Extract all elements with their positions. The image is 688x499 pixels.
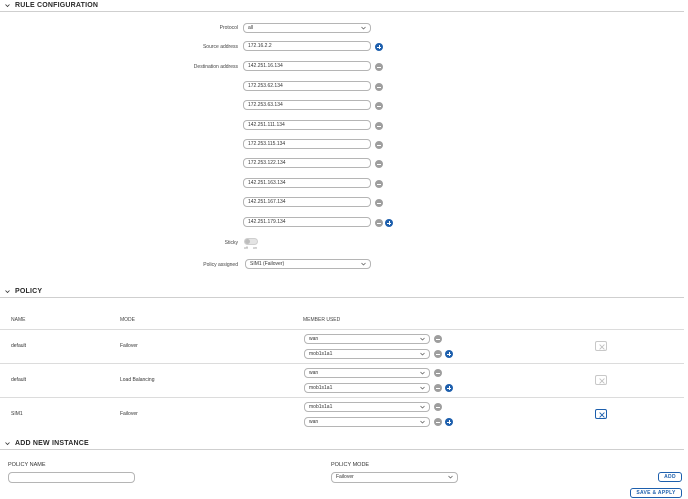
policy-mode: Load Balancing — [120, 377, 155, 383]
policy-assigned-select[interactable]: SIM1 (Failover) — [245, 259, 371, 269]
policy-assigned-label: Policy assigned — [203, 262, 238, 268]
add-member-icon[interactable] — [445, 418, 453, 426]
add-source-icon[interactable] — [375, 43, 383, 51]
remove-icon[interactable] — [375, 180, 383, 188]
delete-button[interactable] — [595, 375, 607, 385]
remove-icon[interactable] — [375, 141, 383, 149]
policy-mode-select[interactable]: Failover — [331, 472, 458, 483]
delete-button[interactable] — [595, 409, 607, 419]
destination-address-input[interactable] — [243, 100, 371, 110]
destination-address-input[interactable] — [243, 61, 371, 71]
destination-address-input[interactable] — [243, 139, 371, 149]
add-new-instance-header[interactable]: ADD NEW INSTANCE — [0, 439, 684, 450]
policy-name-label: POLICY NAME — [8, 462, 46, 468]
column-header-member-used: MEMBER USED — [303, 317, 341, 323]
member-value: wan — [309, 336, 319, 342]
policy-header[interactable]: POLICY — [0, 287, 684, 298]
policy-name: default — [11, 377, 27, 383]
protocol-select[interactable]: all — [243, 23, 371, 33]
policy-mode-label: POLICY MODE — [331, 462, 370, 468]
sticky-toggle[interactable] — [244, 238, 258, 245]
chevron-down-icon — [420, 371, 425, 375]
destination-address-input[interactable] — [243, 217, 371, 227]
add-member-icon[interactable] — [445, 384, 453, 392]
member-select[interactable]: mob1s1a1 — [304, 349, 430, 359]
remove-icon[interactable] — [375, 199, 383, 207]
chevron-down-icon — [361, 26, 366, 30]
remove-icon[interactable] — [375, 102, 383, 110]
policy-mode-value: Failover — [336, 474, 354, 480]
remove-icon[interactable] — [434, 350, 442, 358]
policy-mode: Failover — [120, 343, 138, 349]
source-address-input[interactable] — [243, 41, 371, 51]
toggle-on-label: on — [253, 246, 257, 250]
sticky-label: Sticky — [224, 240, 238, 246]
remove-icon[interactable] — [375, 122, 383, 130]
chevron-down-icon — [5, 4, 10, 8]
member-select[interactable]: wan — [304, 334, 430, 344]
destination-address-input[interactable] — [243, 158, 371, 168]
remove-icon[interactable] — [434, 369, 442, 377]
delete-button[interactable] — [595, 341, 607, 351]
chevron-down-icon — [420, 352, 425, 356]
add-button[interactable]: ADD — [658, 472, 682, 482]
remove-icon[interactable] — [375, 160, 383, 168]
member-select[interactable]: mob1s1a1 — [304, 383, 430, 393]
column-header-name: NAME — [11, 317, 26, 323]
chevron-down-icon — [448, 475, 453, 479]
member-select[interactable]: wan — [304, 417, 430, 427]
policy-name: SIM1 — [11, 411, 23, 417]
section-title: ADD NEW INSTANCE — [15, 440, 89, 447]
protocol-value: all — [248, 25, 254, 31]
add-destination-icon[interactable] — [385, 219, 393, 227]
close-icon — [599, 412, 605, 418]
toggle-knob — [245, 239, 250, 244]
column-header-mode: MODE — [120, 317, 135, 323]
close-icon — [599, 344, 605, 350]
section-title: POLICY — [15, 288, 43, 295]
add-member-icon[interactable] — [445, 350, 453, 358]
member-select[interactable]: mob1s1a1 — [304, 402, 430, 412]
policy-name-input[interactable] — [8, 472, 135, 483]
chevron-down-icon — [5, 290, 10, 294]
remove-icon[interactable] — [434, 418, 442, 426]
destination-address-input[interactable] — [243, 178, 371, 188]
remove-icon[interactable] — [375, 63, 383, 71]
save-apply-button[interactable]: SAVE & APPLY — [630, 488, 682, 498]
remove-icon[interactable] — [434, 335, 442, 343]
remove-icon[interactable] — [434, 384, 442, 392]
section-title: RULE CONFIGURATION — [15, 2, 99, 9]
remove-icon[interactable] — [434, 403, 442, 411]
remove-icon[interactable] — [375, 219, 383, 227]
member-value: mob1s1a1 — [309, 351, 333, 357]
rule-configuration-header[interactable]: RULE CONFIGURATION — [0, 1, 684, 12]
chevron-down-icon — [420, 386, 425, 390]
divider — [0, 397, 684, 398]
member-select[interactable]: wan — [304, 368, 430, 378]
divider — [0, 363, 684, 364]
chevron-down-icon — [420, 405, 425, 409]
policy-mode: Failover — [120, 411, 138, 417]
member-value: wan — [309, 370, 319, 376]
source-address-label: Source address — [202, 44, 238, 50]
member-value: mob1s1a1 — [309, 385, 333, 391]
chevron-down-icon — [5, 442, 10, 446]
remove-icon[interactable] — [375, 83, 383, 91]
policy-assigned-value: SIM1 (Failover) — [250, 261, 285, 267]
destination-address-input[interactable] — [243, 197, 371, 207]
divider — [0, 329, 684, 330]
toggle-off-label: off — [244, 246, 248, 250]
chevron-down-icon — [361, 262, 366, 266]
policy-name: default — [11, 343, 27, 349]
protocol-label: Protocol — [219, 25, 238, 31]
destination-address-input[interactable] — [243, 120, 371, 130]
chevron-down-icon — [420, 420, 425, 424]
close-icon — [599, 378, 605, 384]
chevron-down-icon — [420, 337, 425, 341]
destination-address-label: Destination address — [193, 64, 238, 70]
member-value: wan — [309, 419, 319, 425]
destination-address-input[interactable] — [243, 81, 371, 91]
member-value: mob1s1a1 — [309, 404, 333, 410]
